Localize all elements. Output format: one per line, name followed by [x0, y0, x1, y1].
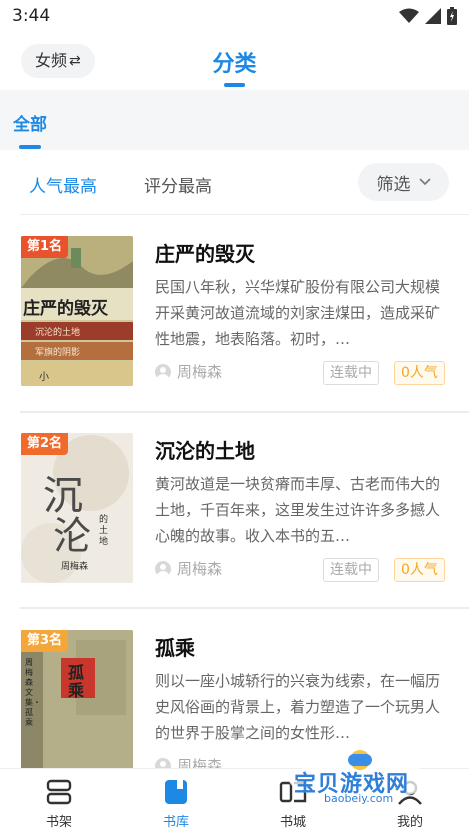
status-badge: 连载中 [323, 558, 379, 582]
battery-icon [447, 7, 457, 25]
status-badge: 连载中 [323, 361, 379, 385]
rank-badge: 第3名 [21, 630, 69, 652]
rank-badge: 第1名 [21, 236, 69, 258]
book-title: 沉沦的土地 [155, 439, 255, 463]
popularity-badge: 0人气 [394, 361, 445, 385]
divider [20, 607, 469, 609]
author-name: 周梅森 [177, 560, 223, 578]
status-time: 3:44 [12, 6, 51, 26]
cover-line: 周梅森文集・孤乘 [25, 658, 41, 727]
nav-label: 我的 [396, 815, 423, 830]
author-name: 周梅森 [177, 363, 223, 381]
page-title: 分类 [212, 52, 257, 77]
rank-badge: 第2名 [21, 433, 69, 455]
top-bar: 女频 ⇄ 分类 [0, 34, 469, 90]
filter-label: 筛选 [376, 174, 411, 195]
nav-bookshelf[interactable]: 书架 [19, 777, 99, 830]
book-description: 民国八年秋，兴华煤矿股份有限公司大规模开采黄河故道流域的刘家洼煤田，造成采矿性地… [155, 278, 441, 348]
nav-library[interactable]: 书库 [136, 777, 216, 830]
divider [20, 214, 469, 215]
cover-line: 小 [39, 372, 49, 383]
book-cover: 第3名 孤 乘 周梅森文集・孤乘 [21, 630, 133, 780]
tab-all[interactable]: 全部 [13, 110, 47, 135]
sort-row: 人气最高 评分最高 筛选 [0, 150, 469, 214]
book-item[interactable]: 第1名 庄严的毁灭 沉沦的土地 军旗的阴影 小 庄严的毁灭 民国八年秋，兴华煤矿… [0, 216, 469, 412]
chevron-down-icon [418, 178, 431, 186]
bookshelf-icon [46, 779, 72, 805]
watermark: 宝贝游戏网 baobeiy.com [286, 748, 436, 805]
nav-label: 书架 [45, 815, 72, 830]
cover-line: 沉沦的土地 [35, 328, 81, 338]
sort-rating[interactable]: 评分最高 [144, 172, 212, 197]
book-description: 则以一座小城轿行的兴衰为线索，在一幅历史风俗画的背景上，着力塑造了一个玩男人的世… [155, 672, 441, 742]
book-title: 庄严的毁灭 [155, 242, 255, 266]
book-author: 周梅森 [155, 558, 222, 579]
tab-underline [19, 145, 41, 149]
library-icon [165, 780, 187, 804]
popularity-badge: 0人气 [394, 558, 445, 582]
filter-button[interactable]: 筛选 [358, 163, 449, 201]
title-underline [224, 83, 245, 87]
book-title: 孤乘 [155, 636, 195, 660]
nav-label: 书库 [162, 815, 189, 830]
cover-line: 的土地 [99, 515, 109, 547]
status-bar: 3:44 [0, 0, 469, 34]
author-icon [155, 560, 171, 577]
book-item[interactable]: 第2名 沉 沦 的土地 周梅森 沉沦的土地 黄河故道是一块贫瘠而丰厚、古老而伟大… [0, 413, 469, 609]
cover-line: 周梅森 [61, 562, 89, 572]
book-cover: 第1名 庄严的毁灭 沉沦的土地 军旗的阴影 小 [21, 236, 133, 386]
book-author: 周梅森 [155, 361, 222, 382]
cover-title: 沦 [53, 514, 92, 558]
cover-title: 乘 [68, 681, 85, 700]
cover-title: 庄严的毁灭 [23, 299, 108, 319]
author-icon [155, 363, 171, 380]
wifi-icon [399, 8, 419, 23]
book-description: 黄河故道是一块贫瘠而丰厚、古老而伟大的土地，千百年来，这里发生过许许多多撼人心魄… [155, 475, 441, 545]
category-tabs: 全部 [0, 90, 469, 150]
watermark-url: baobeiy.com [324, 792, 394, 805]
cover-line: 军旗的阴影 [35, 348, 81, 358]
sort-popular[interactable]: 人气最高 [29, 172, 97, 197]
status-icons [399, 7, 457, 25]
book-cover: 第2名 沉 沦 的土地 周梅森 [21, 433, 133, 583]
signal-icon [425, 8, 441, 24]
nav-label: 书城 [279, 815, 306, 830]
